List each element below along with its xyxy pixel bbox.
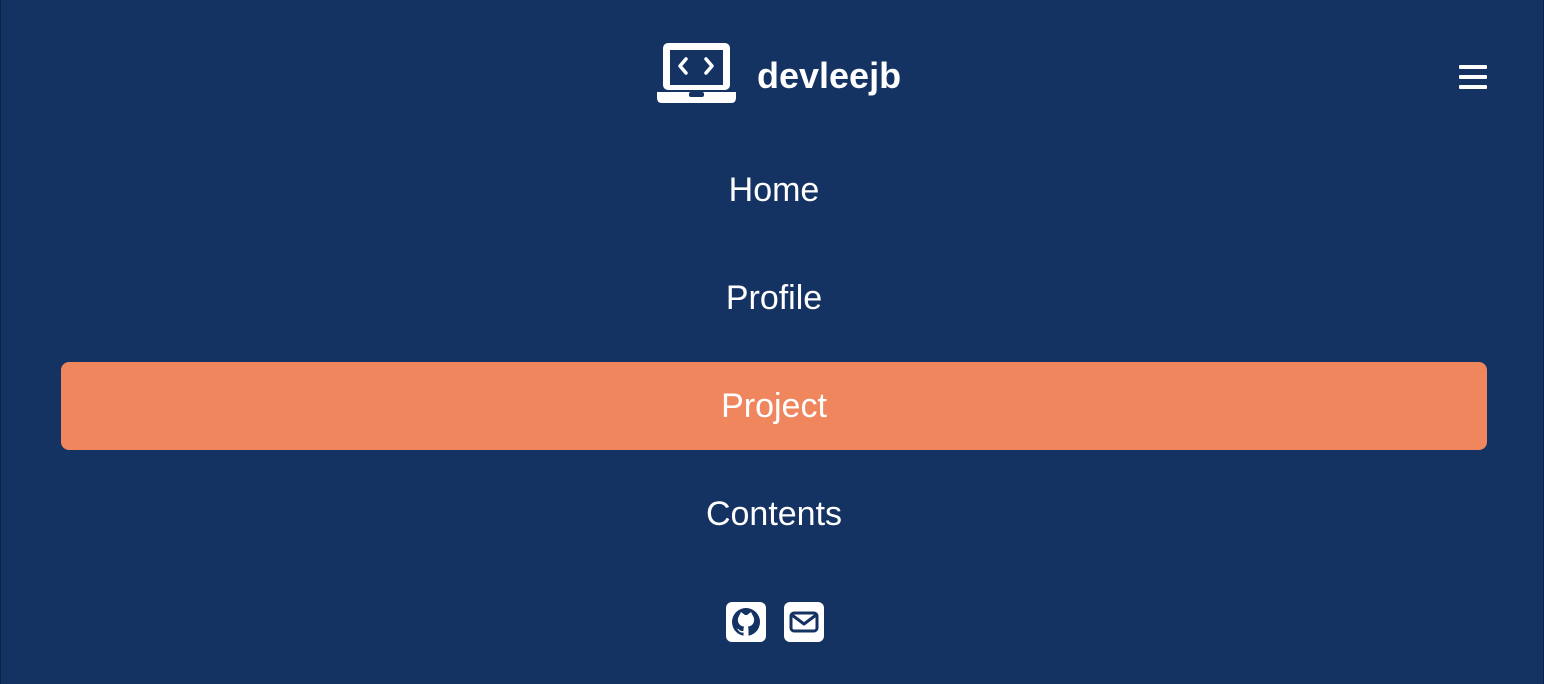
nav-item-profile[interactable]: Profile — [61, 254, 1487, 342]
github-link[interactable] — [726, 602, 766, 642]
nav-item-home[interactable]: Home — [61, 146, 1487, 234]
nav-item-project[interactable]: Project — [61, 362, 1487, 450]
menu-toggle-button[interactable] — [1453, 60, 1493, 94]
envelope-square-icon — [784, 602, 824, 642]
brand-name: devleejb — [757, 55, 902, 96]
navigation-page: devleejb Home Profile Project Contents — [0, 0, 1544, 684]
hamburger-menu-icon — [1459, 65, 1487, 89]
social-links — [726, 602, 824, 642]
email-link[interactable] — [784, 602, 824, 642]
laptop-code-icon — [657, 43, 736, 103]
brand-link[interactable]: devleejb — [656, 40, 901, 104]
github-square-icon — [726, 602, 766, 642]
nav-item-contents[interactable]: Contents — [61, 470, 1487, 558]
main-nav: Home Profile Project Contents — [61, 146, 1487, 578]
